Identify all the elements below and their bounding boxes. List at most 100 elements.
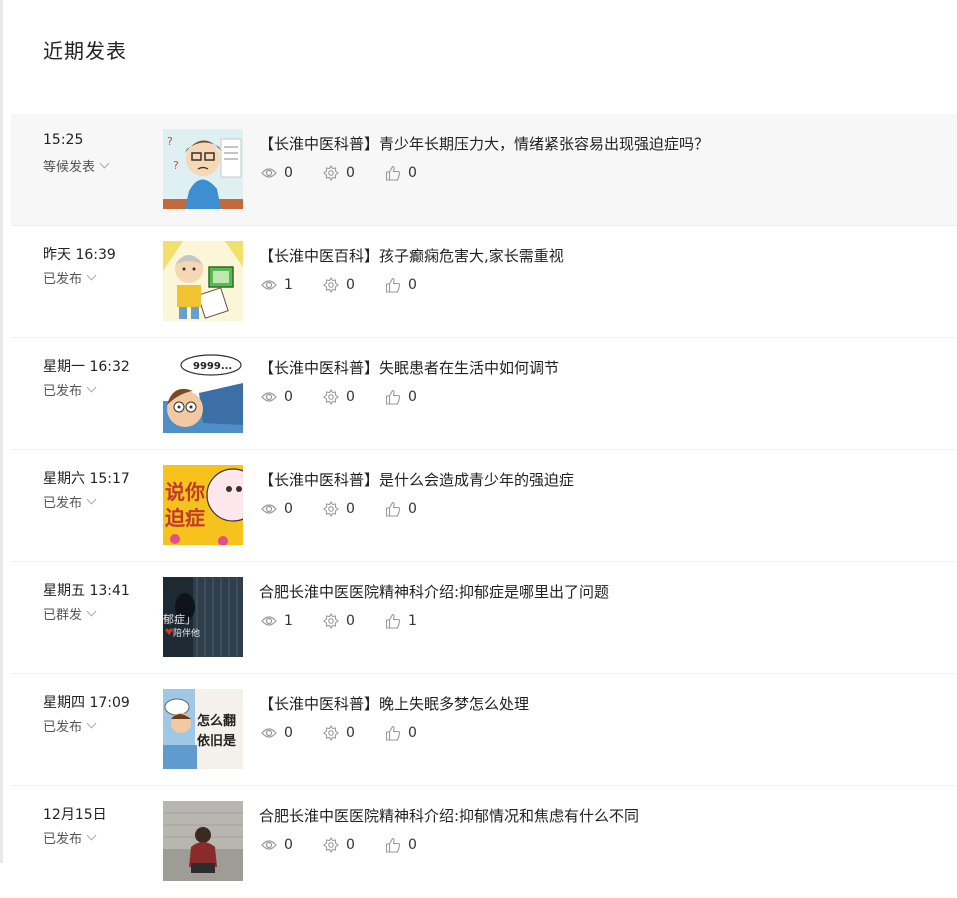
views-count: 0	[284, 165, 293, 181]
likes-count: 0	[408, 389, 417, 405]
post-thumbnail[interactable]: 9999...	[163, 353, 243, 433]
chevron-down-icon	[86, 830, 97, 841]
post-time: 星期五 13:41	[43, 583, 130, 599]
views-stat: 1	[261, 277, 293, 293]
post-status-dropdown[interactable]: 已发布	[43, 716, 97, 735]
likes-count: 0	[408, 165, 417, 181]
shares-count: 0	[346, 613, 355, 629]
dark-depression-thumbnail-image: 郁症」 陪伴他	[163, 577, 243, 657]
post-thumbnail[interactable]: 说你 迫症	[163, 465, 243, 545]
post-status-dropdown[interactable]: 已发布	[43, 492, 97, 511]
post-row[interactable]: 12月15日 已发布 合肥长淮中医医院精神科介绍:抑郁情况和焦虑有什么不同 0 …	[11, 786, 957, 898]
post-status-dropdown[interactable]: 已群发	[43, 604, 97, 623]
views-stat: 0	[261, 389, 293, 405]
likes-stat: 0	[385, 165, 417, 181]
thumbs-up-icon	[385, 165, 401, 181]
yellow-ocd-thumbnail-image: 说你 迫症	[163, 465, 243, 545]
share-icon	[323, 613, 339, 629]
post-title[interactable]: 合肥长淮中医医院精神科介绍:抑郁症是哪里出了问题	[259, 581, 609, 602]
post-title[interactable]: 合肥长淮中医医院精神科介绍:抑郁情况和焦虑有什么不同	[259, 805, 639, 826]
shares-count: 0	[346, 165, 355, 181]
post-status-dropdown[interactable]: 已发布	[43, 380, 97, 399]
post-time: 昨天 16:39	[43, 247, 116, 263]
eye-icon	[261, 616, 277, 626]
likes-stat: 0	[385, 501, 417, 517]
thumb-caption: 9999...	[193, 361, 232, 372]
shares-stat: 0	[323, 837, 355, 853]
sleepless-night-thumbnail-image: 怎么翻 依旧是	[163, 689, 243, 769]
section-title: 近期发表	[43, 39, 127, 63]
thumb-caption-line-1: 郁症」	[163, 612, 196, 626]
thumbs-up-icon	[385, 837, 401, 853]
shares-stat: 0	[323, 725, 355, 741]
chevron-down-icon	[86, 718, 97, 729]
views-stat: 0	[261, 501, 293, 517]
post-thumbnail[interactable]: 怎么翻 依旧是	[163, 689, 243, 769]
recent-posts-page: 近期发表 15:25 等候发表 ? ? 【长淮中医科普】青少年长期压力大，情绪紧…	[0, 0, 957, 881]
thumb-caption-line-2: 迫症	[164, 506, 205, 530]
views-count: 0	[284, 837, 293, 853]
cartoon-child-thumbnail-image	[163, 241, 243, 321]
eye-icon	[261, 280, 277, 290]
sitting-figure-thumbnail-image	[163, 801, 243, 881]
share-icon	[323, 165, 339, 181]
share-icon	[323, 837, 339, 853]
post-thumbnail[interactable]	[163, 241, 243, 321]
share-icon	[323, 277, 339, 293]
post-thumbnail[interactable]	[163, 801, 243, 881]
views-count: 1	[284, 613, 293, 629]
thumbs-up-icon	[385, 613, 401, 629]
views-count: 0	[284, 501, 293, 517]
chevron-down-icon	[86, 606, 97, 617]
likes-count: 1	[408, 613, 417, 629]
post-title[interactable]: 【长淮中医科普】失眠患者在生活中如何调节	[259, 357, 559, 378]
post-time: 星期四 17:09	[43, 695, 130, 711]
post-row[interactable]: 星期一 16:32 已发布 9999... 【长淮中医科普】失眠患者在生活中如何…	[11, 338, 957, 450]
post-status-dropdown[interactable]: 等候发表	[43, 156, 110, 175]
shares-count: 0	[346, 501, 355, 517]
post-title[interactable]: 【长淮中医科普】是什么会造成青少年的强迫症	[259, 469, 574, 490]
post-time: 12月15日	[43, 807, 107, 823]
views-count: 1	[284, 277, 293, 293]
chevron-down-icon	[86, 270, 97, 281]
thumbs-up-icon	[385, 389, 401, 405]
cartoon-insomnia-thumbnail-image: 9999...	[163, 353, 243, 433]
views-stat: 0	[261, 837, 293, 853]
thumb-caption-line-2: 陪伴他	[173, 627, 200, 639]
post-status-label: 已群发	[43, 608, 83, 623]
post-row[interactable]: 15:25 等候发表 ? ? 【长淮中医科普】青少年长期压力大，情绪紧张容易出现…	[11, 114, 957, 226]
post-row[interactable]: 星期六 15:17 已发布 说你 迫症 【长淮中医科普】是什么会造成青少年的强迫…	[11, 450, 957, 562]
post-row[interactable]: 星期五 13:41 已群发 郁症」 陪伴他 合肥长淮中医医院精神科介绍:抑郁症是…	[11, 562, 957, 674]
likes-stat: 0	[385, 725, 417, 741]
post-time: 星期六 15:17	[43, 471, 130, 487]
chevron-down-icon	[86, 494, 97, 505]
likes-stat: 0	[385, 277, 417, 293]
post-title[interactable]: 【长淮中医科普】青少年长期压力大，情绪紧张容易出现强迫症吗？	[259, 133, 709, 154]
svg-text:?: ?	[167, 135, 173, 148]
likes-count: 0	[408, 277, 417, 293]
post-thumbnail[interactable]: ? ?	[163, 129, 243, 209]
post-row[interactable]: 星期四 17:09 已发布 怎么翻 依旧是 【长淮中医科普】晚上失眠多梦怎么处理	[11, 674, 957, 786]
post-status-label: 已发布	[43, 720, 83, 735]
share-icon	[323, 501, 339, 517]
svg-text:?: ?	[173, 159, 179, 172]
views-count: 0	[284, 725, 293, 741]
share-icon	[323, 389, 339, 405]
thumb-caption-line-1: 说你	[165, 480, 205, 504]
likes-count: 0	[408, 837, 417, 853]
post-status-dropdown[interactable]: 已发布	[43, 268, 97, 287]
shares-stat: 0	[323, 277, 355, 293]
post-list: 15:25 等候发表 ? ? 【长淮中医科普】青少年长期压力大，情绪紧张容易出现…	[11, 114, 957, 898]
views-count: 0	[284, 389, 293, 405]
left-edge-divider	[0, 0, 3, 863]
thumbs-up-icon	[385, 501, 401, 517]
post-title[interactable]: 【长淮中医百科】孩子癫痫危害大,家长需重视	[259, 245, 564, 266]
post-status-dropdown[interactable]: 已发布	[43, 828, 97, 847]
eye-icon	[261, 168, 277, 178]
post-status-label: 等候发表	[43, 160, 96, 175]
chevron-down-icon	[86, 382, 97, 393]
post-row[interactable]: 昨天 16:39 已发布 【长淮中医百科】孩子癫痫危害大,家长需重视 1 0 0	[11, 226, 957, 338]
shares-count: 0	[346, 837, 355, 853]
post-title[interactable]: 【长淮中医科普】晚上失眠多梦怎么处理	[259, 693, 529, 714]
post-thumbnail[interactable]: 郁症」 陪伴他	[163, 577, 243, 657]
